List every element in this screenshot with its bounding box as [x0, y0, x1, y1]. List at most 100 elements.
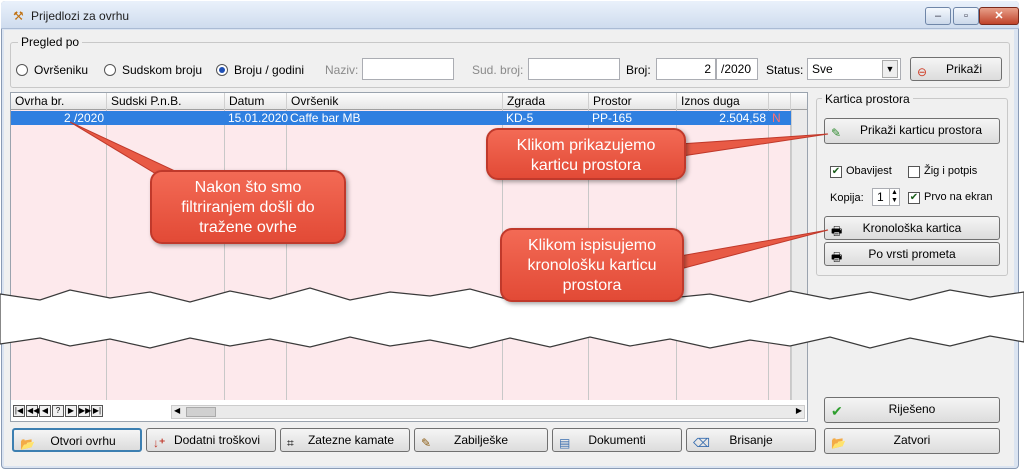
- brisanje-button[interactable]: ⌫ Brisanje: [686, 428, 816, 452]
- grid-column: [677, 110, 769, 400]
- prikazi-karticu-button[interactable]: ✎ Prikaži karticu prostora: [824, 118, 1000, 144]
- dodatni-troskovi-button[interactable]: ↓⁺ Dodatni troškovi: [146, 428, 276, 452]
- cell-ovrha-br: 2 /2020: [63, 111, 104, 125]
- col-header-ovrha[interactable]: Ovrha br.: [11, 93, 107, 110]
- otvori-ovrhu-button[interactable]: 📂 Otvori ovrhu: [12, 428, 142, 452]
- col-header-prostor[interactable]: Prostor: [589, 93, 677, 110]
- vertical-scrollbar[interactable]: [791, 110, 807, 400]
- nav-first-button[interactable]: |◀: [13, 405, 25, 417]
- zabiljeske-label: Zabilješke: [453, 433, 509, 447]
- grid-column: [769, 110, 791, 400]
- dodatni-troskovi-label: Dodatni troškovi: [173, 433, 261, 447]
- otvori-ovrhu-label: Otvori ovrhu: [50, 434, 116, 448]
- scroll-right-icon[interactable]: ▶: [796, 406, 802, 415]
- dokumenti-label: Dokumenti: [588, 433, 646, 447]
- col-header-flag: [769, 93, 791, 110]
- radio-broju-godini-label: Broju / godini: [234, 63, 305, 77]
- naziv-label: Naziv:: [325, 63, 359, 77]
- minimize-button[interactable]: –: [925, 7, 951, 25]
- edit-card-icon: ✎: [831, 126, 842, 140]
- naziv-input[interactable]: [362, 58, 454, 80]
- broj-input[interactable]: 2: [656, 58, 716, 80]
- godina-input[interactable]: /2020: [716, 58, 758, 80]
- status-select[interactable]: Sve ▼: [807, 58, 901, 80]
- dokumenti-button[interactable]: ▤ Dokumenti: [552, 428, 682, 452]
- sud-broj-input[interactable]: [528, 58, 620, 80]
- grid-header: Ovrha br. Sudski P.n.B. Datum Ovršenik Z…: [11, 93, 807, 110]
- status-value: Sve: [812, 62, 833, 76]
- calculator-icon: ⌗: [287, 436, 294, 450]
- no-entry-icon: ⊖: [917, 65, 928, 79]
- grid-column: [11, 110, 107, 400]
- maximize-button[interactable]: ▫: [953, 7, 979, 25]
- kronoloska-button[interactable]: 🖶 Kronološka kartica: [824, 216, 1000, 240]
- close-button[interactable]: ✕: [979, 7, 1019, 25]
- scroll-left-icon[interactable]: ◀: [174, 406, 180, 415]
- nav-last-button[interactable]: ▶|: [91, 405, 103, 417]
- cell-flag: N: [772, 111, 781, 125]
- ovrhe-grid[interactable]: Ovrha br. Sudski P.n.B. Datum Ovršenik Z…: [10, 92, 808, 422]
- document-icon: ▤: [559, 436, 571, 450]
- scroll-thumb[interactable]: [186, 407, 216, 417]
- callout-ispis: Klikom ispisujemo kronološku karticu pro…: [500, 228, 684, 302]
- folder-icon: 📂: [831, 436, 846, 450]
- prvo-checkbox[interactable]: ✔: [908, 192, 920, 204]
- cell-ovrsenik: Caffe bar MB: [290, 111, 361, 125]
- sud-broj-label: Sud. broj:: [472, 63, 524, 77]
- prikazi-button[interactable]: ⊖ Prikaži: [910, 57, 1002, 81]
- broj-label: Broj:: [626, 63, 651, 77]
- zatvori-button[interactable]: 📂 Zatvori: [824, 428, 1000, 454]
- zatezne-kamate-label: Zatezne kamate: [307, 433, 395, 447]
- col-header-ovrsenik[interactable]: Ovršenik: [287, 93, 503, 110]
- col-header-datum[interactable]: Datum: [225, 93, 287, 110]
- nav-prev-page-button[interactable]: ◀◀: [26, 405, 39, 417]
- obavijest-label: Obavijest: [846, 165, 892, 177]
- nav-next-page-button[interactable]: ▶▶: [78, 405, 91, 417]
- zig-checkbox[interactable]: [908, 166, 920, 178]
- po-vrsti-button[interactable]: 🖶 Po vrsti prometa: [824, 242, 1000, 266]
- zabiljeske-button[interactable]: ✎ Zabilješke: [414, 428, 548, 452]
- chevron-down-icon[interactable]: ▼: [882, 60, 898, 78]
- prikazi-label: Prikaži: [945, 62, 982, 76]
- radio-ovrseniku-label: Ovršeniku: [34, 63, 89, 77]
- callout-prikazi: Klikom prikazujemo karticu prostora: [486, 128, 686, 180]
- checkmark-icon: ✔: [831, 403, 843, 419]
- rijeseno-button[interactable]: ✔ Riješeno: [824, 397, 1000, 423]
- radio-sudskom-broju-label: Sudskom broju: [122, 63, 203, 77]
- prikazi-karticu-label: Prikaži karticu prostora: [859, 123, 983, 137]
- table-row-selected[interactable]: 2 /2020 15.01.2020 Caffe bar MB KD-5 PP-…: [11, 111, 791, 125]
- nav-prev-button[interactable]: ◀: [39, 405, 51, 417]
- record-navigator: |◀ ◀◀ ◀ ? ▶ ▶▶ ▶|: [13, 405, 173, 419]
- kartica-legend: Kartica prostora: [822, 92, 913, 106]
- printer-icon: 🖶: [831, 250, 843, 264]
- nav-goto-button[interactable]: ?: [52, 405, 64, 417]
- col-header-iznos[interactable]: Iznos duga: [677, 93, 769, 110]
- status-label: Status:: [766, 63, 804, 77]
- horizontal-scrollbar[interactable]: ◀ ▶: [171, 405, 805, 419]
- filter-legend: Pregled po: [18, 35, 83, 49]
- arrow-add-icon: ↓⁺: [153, 436, 166, 450]
- pencil-icon: ✎: [421, 436, 432, 450]
- zig-label: Žig i potpis: [924, 165, 978, 177]
- rijeseno-label: Riješeno: [888, 402, 936, 416]
- window-title: Prijedlozi za ovrhu: [31, 9, 130, 23]
- cell-prostor: PP-165: [592, 111, 633, 125]
- title-bar: ⚒ Prijedlozi za ovrhu – ▫ ✕: [1, 1, 1019, 29]
- grid-column: [225, 110, 287, 400]
- kronoloska-label: Kronološka kartica: [862, 221, 962, 235]
- cell-zgrada: KD-5: [506, 111, 534, 125]
- cell-sudski: [107, 111, 225, 125]
- cell-datum: 15.01.2020: [228, 111, 289, 125]
- radio-ovrseniku[interactable]: [16, 64, 28, 76]
- col-header-sudski[interactable]: Sudski P.n.B.: [107, 93, 225, 110]
- radio-sudskom-broju[interactable]: [104, 64, 116, 76]
- spinner-arrows-icon[interactable]: ▲ ▼: [889, 189, 899, 205]
- nav-next-button[interactable]: ▶: [65, 405, 77, 417]
- kopija-spinner[interactable]: 1 ▲ ▼: [872, 188, 900, 206]
- kopija-value: 1: [877, 190, 884, 204]
- grid-column: [287, 110, 503, 400]
- obavijest-checkbox[interactable]: ✔: [830, 166, 842, 178]
- col-header-zgrada[interactable]: Zgrada: [503, 93, 589, 110]
- radio-broju-godini[interactable]: [216, 64, 228, 76]
- zatezne-kamate-button[interactable]: ⌗ Zatezne kamate: [280, 428, 410, 452]
